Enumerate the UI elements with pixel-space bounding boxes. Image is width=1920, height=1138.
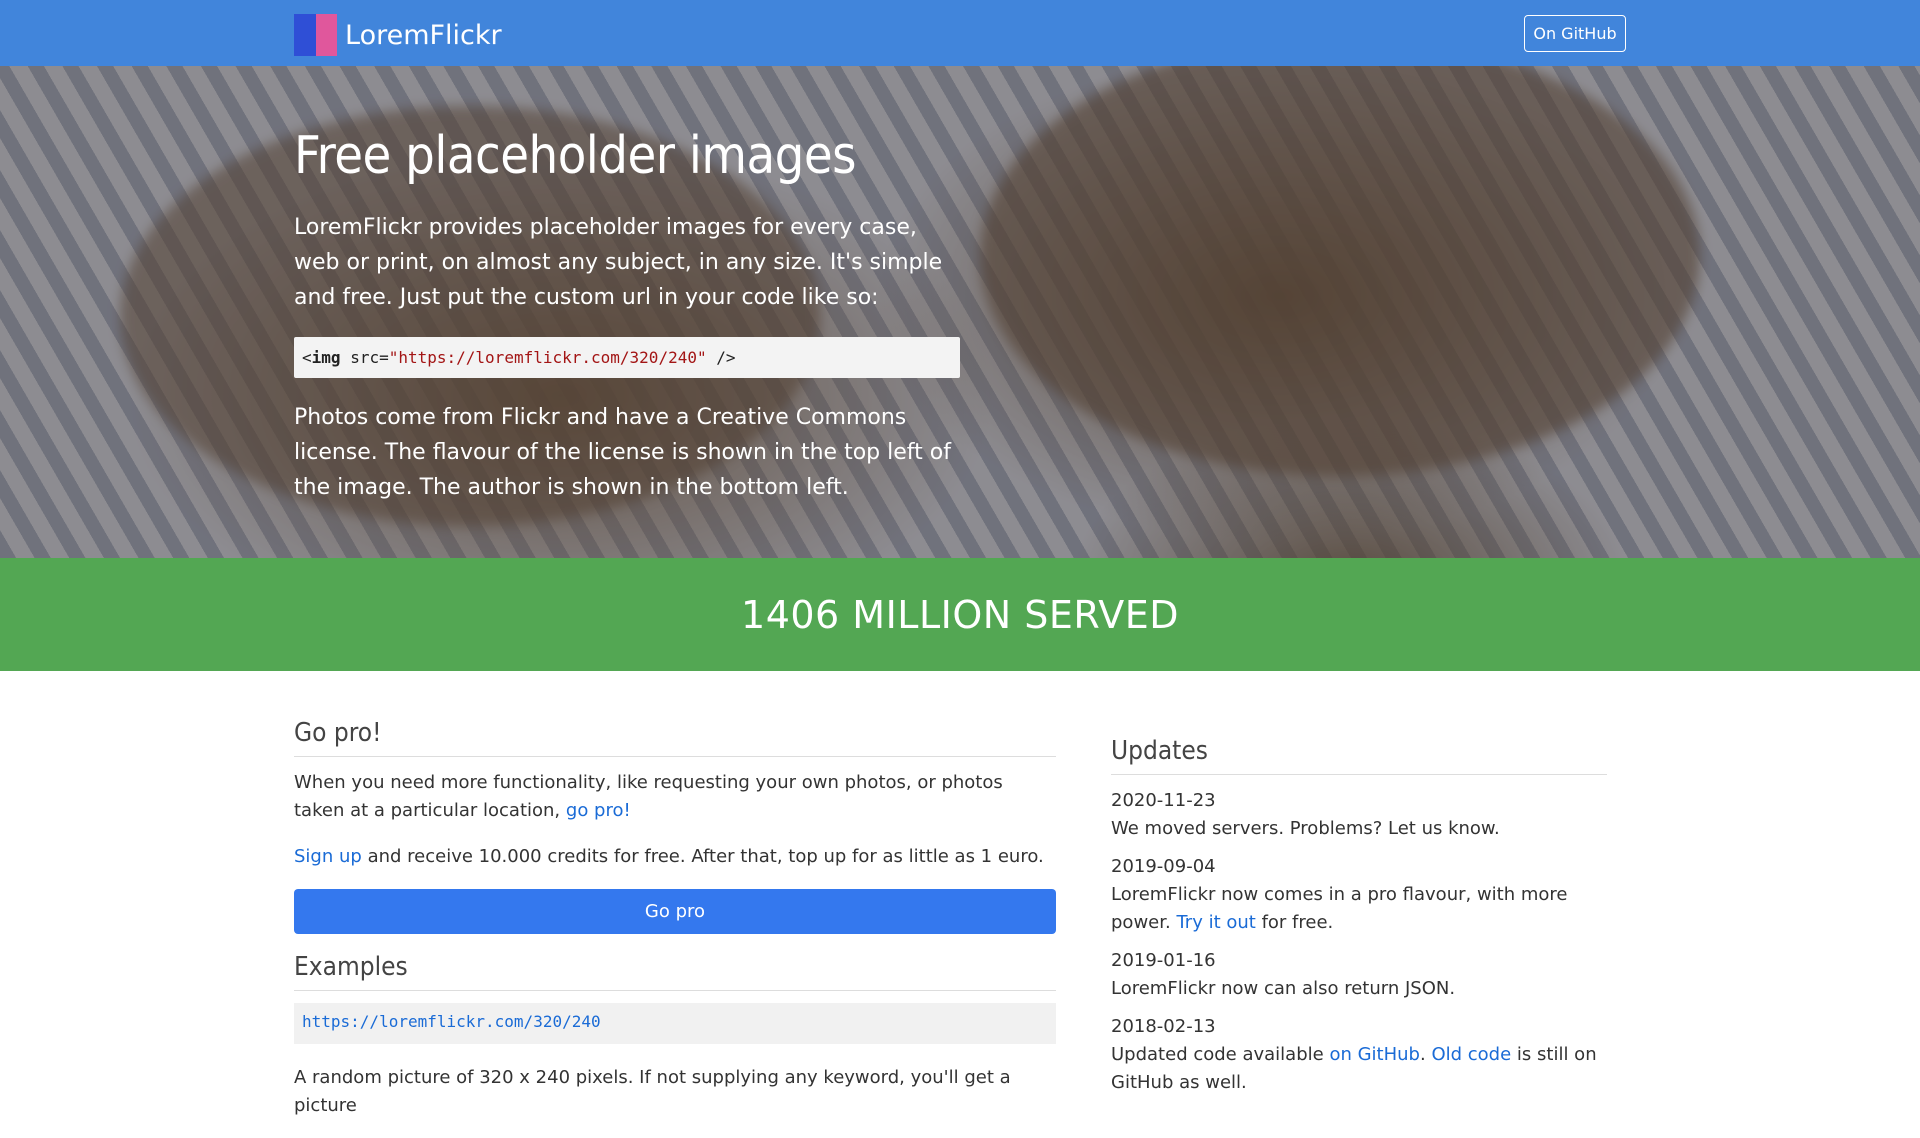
update-item: 2019-09-04 LoremFlickr now comes in a pr… <box>1111 853 1607 937</box>
try-it-out-link[interactable]: Try it out <box>1176 912 1255 933</box>
code-url: "https://loremflickr.com/320/240" <box>388 348 707 367</box>
update-date: 2019-01-16 <box>1111 950 1216 971</box>
example-description: A random picture of 320 x 240 pixels. If… <box>294 1067 1011 1116</box>
gopro-title: Go pro! <box>294 718 1056 757</box>
signup-text: Sign up and receive 10.000 credits for f… <box>294 846 1044 867</box>
example-url-link[interactable]: https://loremflickr.com/320/240 <box>294 1003 1056 1044</box>
served-count: 1406 MILLION SERVED <box>741 592 1179 637</box>
navbar: LoremFlickr On GitHub <box>0 0 1920 66</box>
code-snippet[interactable]: < img src= "https://loremflickr.com/320/24… <box>294 337 960 378</box>
update-item: 2020-11-23 We moved servers. Problems? L… <box>1111 787 1607 843</box>
served-banner: 1406 MILLION SERVED <box>0 558 1920 671</box>
old-code-link[interactable]: Old code <box>1431 1044 1511 1065</box>
update-text: LoremFlickr now comes in a pro flavour, … <box>1111 884 1568 933</box>
update-date: 2019-09-04 <box>1111 856 1216 877</box>
github-button[interactable]: On GitHub <box>1524 15 1626 52</box>
github-link[interactable]: on GitHub <box>1329 1044 1420 1065</box>
update-item: 2018-02-13 Updated code available on Git… <box>1111 1013 1607 1097</box>
updates-title: Updates <box>1111 736 1607 775</box>
hero-content: Free placeholder images LoremFlickr prov… <box>294 126 960 505</box>
signup-link[interactable]: Sign up <box>294 846 362 867</box>
update-date: 2020-11-23 <box>1111 790 1216 811</box>
left-column: Go pro! When you need more functionality… <box>294 718 1056 1138</box>
code-attr: src= <box>350 348 389 367</box>
hero-title: Free placeholder images <box>294 126 857 186</box>
update-text: We moved servers. Problems? Let us know. <box>1111 818 1500 839</box>
hero-background-image-2 <box>980 66 1700 476</box>
code-close: /> <box>716 348 736 367</box>
update-text: LoremFlickr now can also return JSON. <box>1111 978 1456 999</box>
gopro-text: When you need more functionality, like r… <box>294 772 1003 821</box>
update-text: Updated code available on GitHub. Old co… <box>1111 1044 1597 1093</box>
code-tag: img <box>311 348 341 367</box>
examples-title: Examples <box>294 952 1056 991</box>
hero-section: Free placeholder images LoremFlickr prov… <box>0 66 1920 558</box>
right-column: Updates 2020-11-23 We moved servers. Pro… <box>1111 736 1607 1107</box>
update-date: 2018-02-13 <box>1111 1016 1216 1037</box>
gopro-button[interactable]: Go pro <box>294 889 1056 934</box>
brand-link[interactable]: LoremFlickr <box>294 14 502 56</box>
brand-name: LoremFlickr <box>345 19 502 51</box>
update-item: 2019-01-16 LoremFlickr now can also retu… <box>1111 947 1607 1003</box>
hero-intro: LoremFlickr provides placeholder images … <box>294 215 943 310</box>
hero-license-text: Photos come from Flickr and have a Creat… <box>294 405 951 500</box>
logo-icon <box>294 14 337 56</box>
gopro-link[interactable]: go pro! <box>566 800 631 821</box>
